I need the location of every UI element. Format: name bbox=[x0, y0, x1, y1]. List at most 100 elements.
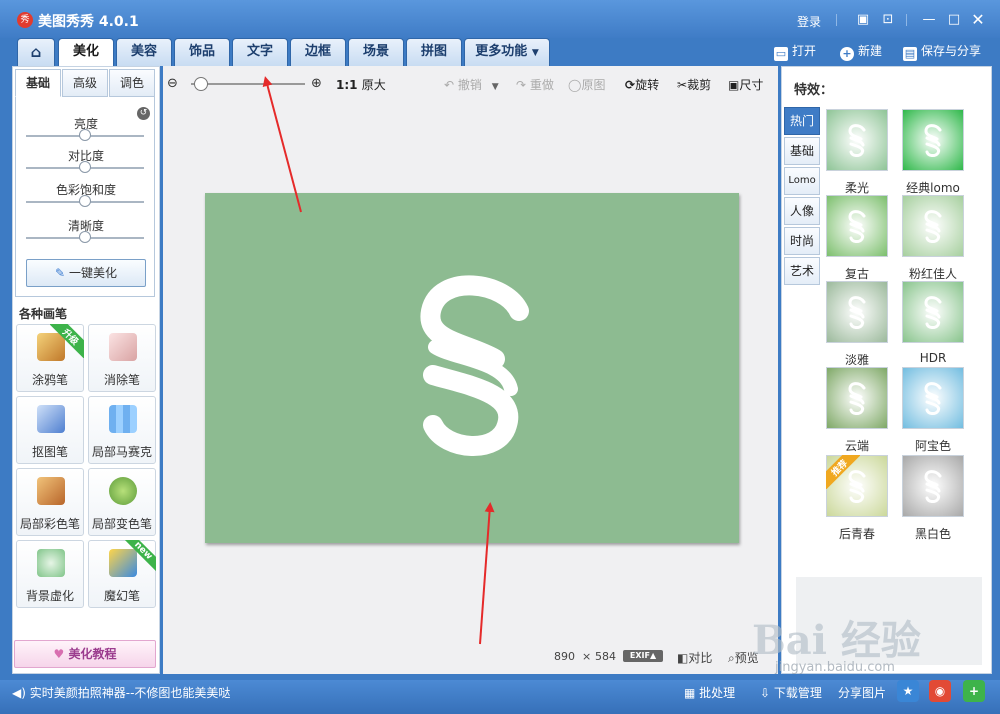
zoom-in-icon[interactable]: ⊕ bbox=[311, 76, 322, 91]
effect-label-youth: 后青春 bbox=[838, 527, 875, 541]
original-image-button[interactable]: ◯原图 bbox=[568, 76, 605, 93]
zoom-slider-knob[interactable] bbox=[194, 77, 208, 91]
chat-icon[interactable]: ▣ bbox=[855, 12, 871, 28]
magic-brush-button[interactable]: new 魔幻笔 bbox=[88, 540, 156, 608]
sharpness-slider-knob[interactable] bbox=[79, 231, 91, 243]
baidu-watermark-url: jingyan.baidu.com bbox=[775, 660, 895, 675]
brightness-slider[interactable] bbox=[26, 129, 144, 141]
subtab-color[interactable]: 调色 bbox=[109, 69, 155, 97]
effect-label-classic-lomo: 经典lomo bbox=[906, 181, 960, 195]
plus-icon: + bbox=[840, 47, 854, 61]
status-bar: ◀) 实时美颜拍照神器--不修图也能美美哒 ▦ 批处理 ⇩ 下载管理 分享图片 … bbox=[0, 680, 1000, 714]
mosaic-brush-button[interactable]: 局部马赛克 bbox=[88, 396, 156, 464]
open-label: 打开 bbox=[792, 44, 817, 58]
graffiti-brush-button[interactable]: 升级 涂鸦笔 bbox=[16, 324, 84, 392]
close-icon[interactable]: ✕ bbox=[970, 12, 986, 28]
saturation-slider[interactable] bbox=[26, 195, 144, 207]
new-badge: new bbox=[122, 540, 156, 574]
compare-button[interactable]: ◧对比 bbox=[677, 649, 712, 666]
cutout-brush-label: 抠图笔 bbox=[31, 445, 68, 459]
add-share-icon[interactable]: + bbox=[963, 680, 985, 702]
tab-more[interactable]: 更多功能 ▼ bbox=[464, 38, 550, 66]
effect-thumb-elegant[interactable] bbox=[826, 281, 888, 343]
redo-button[interactable]: ↷ 重做 bbox=[516, 76, 554, 93]
tab-frame[interactable]: 边框 bbox=[290, 38, 346, 66]
minimize-icon[interactable]: — bbox=[921, 12, 937, 28]
skin-icon[interactable]: ⊡ bbox=[880, 12, 896, 28]
s-logo-icon bbox=[903, 368, 963, 428]
effect-thumb-classic-lomo[interactable] bbox=[902, 109, 964, 171]
resize-button[interactable]: ▣尺寸 bbox=[728, 76, 763, 93]
effect-thumb-retro[interactable] bbox=[826, 195, 888, 257]
effect-thumb-cloud[interactable] bbox=[826, 367, 888, 429]
effect-category-fashion[interactable]: 时尚 bbox=[784, 227, 820, 255]
new-button[interactable]: + 新建 bbox=[840, 42, 882, 61]
effect-category-basic[interactable]: 基础 bbox=[784, 137, 820, 165]
background-blur-button[interactable]: 背景虚化 bbox=[16, 540, 84, 608]
rotate-button[interactable]: ⟳旋转 bbox=[625, 76, 659, 93]
tab-home[interactable]: ⌂ bbox=[17, 38, 55, 66]
login-link[interactable]: 登录 bbox=[797, 13, 821, 30]
effect-category-art[interactable]: 艺术 bbox=[784, 257, 820, 285]
tab-text[interactable]: 文字 bbox=[232, 38, 288, 66]
effect-thumb-youth[interactable]: 推荐 bbox=[826, 455, 888, 517]
weibo-icon[interactable]: ◉ bbox=[929, 680, 951, 702]
tab-scene[interactable]: 场景 bbox=[348, 38, 404, 66]
recolor-brush-button[interactable]: 局部变色笔 bbox=[88, 468, 156, 536]
subtab-advanced[interactable]: 高级 bbox=[62, 69, 108, 97]
eraser-brush-button[interactable]: 消除笔 bbox=[88, 324, 156, 392]
one-key-beautify-button[interactable]: ✎ 一键美化 bbox=[26, 259, 146, 287]
effect-thumb-pink-lady[interactable] bbox=[902, 195, 964, 257]
redo-label: 重做 bbox=[529, 78, 554, 92]
effect-thumb-hdr[interactable] bbox=[902, 281, 964, 343]
download-manager-button[interactable]: ⇩ 下载管理 bbox=[760, 684, 822, 702]
tab-accessories[interactable]: 饰品 bbox=[174, 38, 230, 66]
undo-button[interactable]: ↶ 撤销 ▼ bbox=[444, 76, 499, 93]
compare-label: 对比 bbox=[688, 651, 713, 665]
batch-button[interactable]: ▦ 批处理 bbox=[684, 684, 735, 702]
s-logo-icon bbox=[903, 282, 963, 342]
open-button[interactable]: ▭ 打开 bbox=[774, 42, 817, 61]
one-key-label: 一键美化 bbox=[68, 266, 117, 280]
beautify-tutorial-button[interactable]: ♥ 美化教程 bbox=[14, 640, 156, 668]
contrast-slider[interactable] bbox=[26, 161, 144, 173]
exif-button[interactable]: EXIF▲ bbox=[623, 650, 663, 662]
tab-collage[interactable]: 拼图 bbox=[406, 38, 462, 66]
undo-label: 撤销 bbox=[457, 78, 482, 92]
effect-category-lomo[interactable]: Lomo bbox=[784, 167, 820, 195]
sharpness-slider[interactable] bbox=[26, 231, 144, 243]
effect-thumb-soft-light[interactable] bbox=[826, 109, 888, 171]
maximize-icon[interactable]: □ bbox=[946, 12, 962, 28]
eraser-brush-label: 消除笔 bbox=[103, 373, 140, 387]
contrast-slider-knob[interactable] bbox=[79, 161, 91, 173]
save-share-button[interactable]: ▤ 保存与分享 bbox=[903, 42, 981, 61]
blur-icon bbox=[37, 549, 65, 577]
s-logo-icon bbox=[420, 275, 529, 456]
ratio-label: 1:1 bbox=[336, 78, 358, 92]
tab-beautify[interactable]: 美化 bbox=[58, 38, 114, 66]
batch-icon: ▦ bbox=[684, 686, 696, 700]
effect-category-portrait[interactable]: 人像 bbox=[784, 197, 820, 225]
share-image-button[interactable]: 分享图片 bbox=[838, 684, 886, 702]
saturation-slider-knob[interactable] bbox=[79, 195, 91, 207]
actual-size-button[interactable]: 1:1 原大 bbox=[336, 76, 386, 93]
zoom-out-icon[interactable]: ⊖ bbox=[167, 76, 178, 91]
brush-section-title: 各种画笔 bbox=[19, 307, 68, 321]
crop-label: 裁剪 bbox=[687, 78, 712, 92]
image-canvas[interactable] bbox=[205, 193, 739, 543]
chevron-down-icon[interactable]: ▼ bbox=[492, 82, 499, 92]
crop-button[interactable]: ✂裁剪 bbox=[677, 76, 711, 93]
effect-thumb-black-white[interactable] bbox=[902, 455, 964, 517]
title-bar: 秀 美图秀秀 4.0.1 登录 ▣ ⊡ — □ ✕ bbox=[0, 0, 1000, 38]
effect-thumb-abao[interactable] bbox=[902, 367, 964, 429]
tab-face[interactable]: 美容 bbox=[116, 38, 172, 66]
camera-promo-link[interactable]: ◀) 实时美颜拍照神器--不修图也能美美哒 bbox=[12, 684, 230, 702]
color-brush-button[interactable]: 局部彩色笔 bbox=[16, 468, 84, 536]
cutout-pen-icon bbox=[37, 405, 65, 433]
zoom-slider[interactable] bbox=[191, 77, 305, 91]
qzone-star-icon[interactable]: ★ bbox=[897, 680, 919, 702]
effect-category-hot[interactable]: 热门 bbox=[784, 107, 820, 135]
subtab-basic[interactable]: 基础 bbox=[15, 69, 61, 97]
brightness-slider-knob[interactable] bbox=[79, 129, 91, 141]
cutout-brush-button[interactable]: 抠图笔 bbox=[16, 396, 84, 464]
